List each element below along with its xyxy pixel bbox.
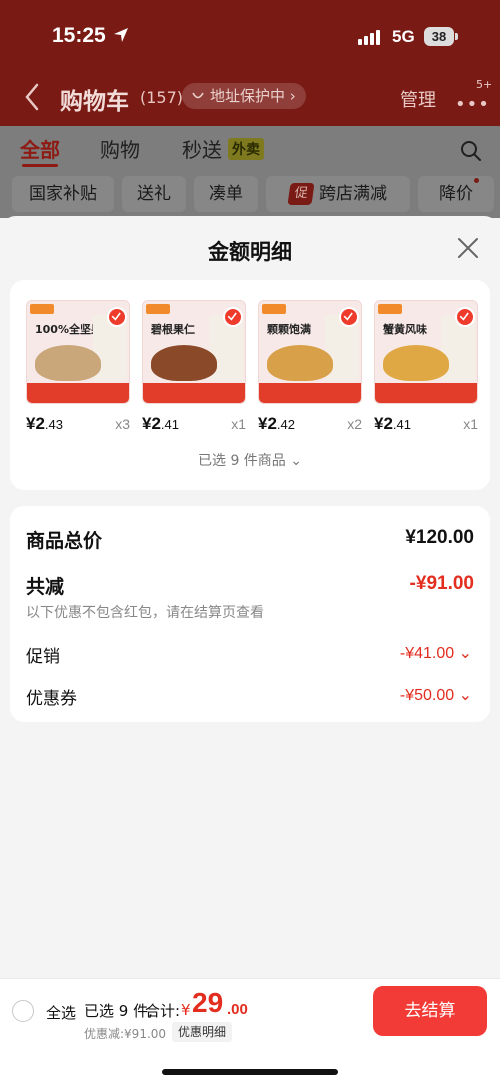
product-name: 颗颗饱满	[267, 323, 311, 336]
product-item[interactable]: 蟹黄风味 ¥2.41 x1	[374, 300, 478, 433]
product-qty: x1	[463, 416, 478, 432]
promo-ribbon	[143, 383, 245, 403]
product-image: 蟹黄风味	[374, 300, 478, 404]
status-time: 15:25	[52, 24, 106, 47]
select-all-label[interactable]: 全选	[46, 1002, 76, 1023]
product-price: ¥2.43	[26, 414, 63, 433]
product-price: ¥2.42	[258, 414, 295, 433]
products-card: 100%全坚果 ¥2.43 x3 碧根果仁 ¥2.41 x1 颗颗饱满 ¥2.4…	[10, 280, 490, 490]
tab-all[interactable]: 全部	[20, 134, 60, 163]
close-icon[interactable]	[456, 236, 480, 260]
chip-cross-store-discount[interactable]: 促跨店满减	[266, 176, 410, 212]
select-all-radio[interactable]	[12, 1000, 34, 1022]
brand-logo	[30, 304, 54, 314]
location-arrow-icon	[114, 28, 128, 42]
product-price: ¥2.41	[142, 414, 179, 433]
chip-label: 跨店满减	[319, 184, 387, 204]
tab-miaosong[interactable]: 秒送	[182, 134, 222, 163]
product-image: 颗颗饱满	[258, 300, 362, 404]
chip-gift[interactable]: 送礼	[122, 176, 186, 212]
coupon-value[interactable]: -¥50.00 ⌄	[400, 685, 472, 705]
product-qty: x2	[347, 416, 362, 432]
status-bar: 15:25 5G 38	[0, 0, 500, 70]
nut-pile	[35, 345, 101, 381]
chip-national-subsidy[interactable]: 国家补贴	[12, 176, 114, 212]
total-amount: 29	[192, 987, 224, 1018]
nut-pile	[383, 345, 449, 381]
tabs-bar: 全部 购物 秒送 外卖	[0, 126, 500, 174]
back-arrow-icon[interactable]	[22, 82, 42, 112]
product-name: 100%全坚果	[35, 323, 102, 336]
product-name: 碧根果仁	[151, 323, 195, 336]
checkout-button[interactable]: 去结算	[373, 986, 487, 1036]
product-item[interactable]: 100%全坚果 ¥2.43 x3	[26, 300, 130, 433]
product-image: 100%全坚果	[26, 300, 130, 404]
brand-logo	[378, 304, 402, 314]
cart-title: 购物车	[60, 89, 129, 115]
total-label: 合计:	[145, 1002, 181, 1020]
promo-tag: 促	[287, 183, 315, 205]
amount-detail-sheet: 金额明细 100%全坚果 ¥2.43 x3 碧根果仁 ¥2.41 x1 颗颗饱满…	[0, 216, 500, 1084]
checkout-bar: 全选 已选 9 件, 合计: ¥ 29 .00 优惠减:¥91.00 优惠明细 …	[0, 978, 500, 1084]
sheet-title: 金额明细	[208, 240, 292, 264]
network-type: 5G	[392, 27, 415, 46]
total-reduce-value: -¥91.00	[409, 573, 474, 594]
home-indicator	[162, 1069, 338, 1075]
check-icon	[223, 307, 243, 327]
product-qty: x1	[231, 416, 246, 432]
product-image: 碧根果仁	[142, 300, 246, 404]
promo-ribbon	[259, 383, 361, 403]
total-amount-decimal: .00	[227, 1001, 248, 1018]
search-icon[interactable]	[460, 140, 482, 162]
product-price: ¥2.41	[374, 414, 411, 433]
battery-icon: 38	[424, 27, 454, 46]
price-summary-card: 商品总价 ¥120.00 共减 -¥91.00 以下优惠不包含红包，请在结算页查…	[10, 506, 490, 722]
chip-price-drop[interactable]: 降价	[418, 176, 494, 212]
nut-pile	[267, 345, 333, 381]
filter-bar: 国家补贴 送礼 凑单 促跨店满减 降价	[0, 174, 500, 218]
promo-ribbon	[27, 383, 129, 403]
more-badge: 5+	[476, 78, 493, 91]
promo-value[interactable]: -¥41.00 ⌄	[400, 643, 472, 663]
reduce-note: 以下优惠不包含红包，请在结算页查看	[26, 605, 264, 621]
product-item[interactable]: 颗颗饱满 ¥2.42 x2	[258, 300, 362, 433]
product-qty: x3	[115, 416, 130, 432]
cart-header: 购物车 (157) 地址保护中 › 管理 ••• 5+	[0, 70, 500, 126]
total-price-label: 商品总价	[26, 530, 103, 552]
brand-logo	[262, 304, 286, 314]
shield-icon	[192, 92, 204, 99]
total-currency: ¥	[181, 1001, 191, 1019]
selected-items-toggle[interactable]: 已选 9 件商品 ⌄	[10, 450, 490, 470]
product-name: 蟹黄风味	[383, 323, 427, 336]
signal-icon	[358, 30, 380, 45]
notification-dot	[474, 178, 479, 183]
more-icon[interactable]: •••	[455, 94, 490, 115]
check-icon	[107, 307, 127, 327]
selected-count: 已选 9 件,	[84, 1002, 153, 1020]
address-protect-label: 地址保护中	[210, 87, 286, 105]
promo-ribbon	[375, 383, 477, 403]
brand-logo	[146, 304, 170, 314]
tab-shopping[interactable]: 购物	[100, 134, 140, 163]
tab-underline	[22, 164, 58, 167]
nut-pile	[151, 345, 217, 381]
check-icon	[339, 307, 359, 327]
total-reduce-label: 共减	[26, 576, 65, 598]
promo-label: 促销	[26, 647, 60, 667]
chip-add-on[interactable]: 凑单	[194, 176, 258, 212]
manage-button[interactable]: 管理	[400, 86, 436, 112]
product-item[interactable]: 碧根果仁 ¥2.41 x1	[142, 300, 246, 433]
address-protect-pill[interactable]: 地址保护中 ›	[182, 83, 306, 109]
discount-detail-button[interactable]: 优惠明细	[172, 1022, 233, 1042]
check-icon	[455, 307, 475, 327]
cart-count: (157)	[140, 88, 184, 107]
coupon-label: 优惠券	[26, 689, 77, 709]
battery-tip	[455, 33, 458, 40]
takeaway-badge: 外卖	[228, 138, 264, 160]
total-price-value: ¥120.00	[405, 527, 474, 548]
discount-note: 优惠减:¥91.00	[84, 1027, 167, 1041]
